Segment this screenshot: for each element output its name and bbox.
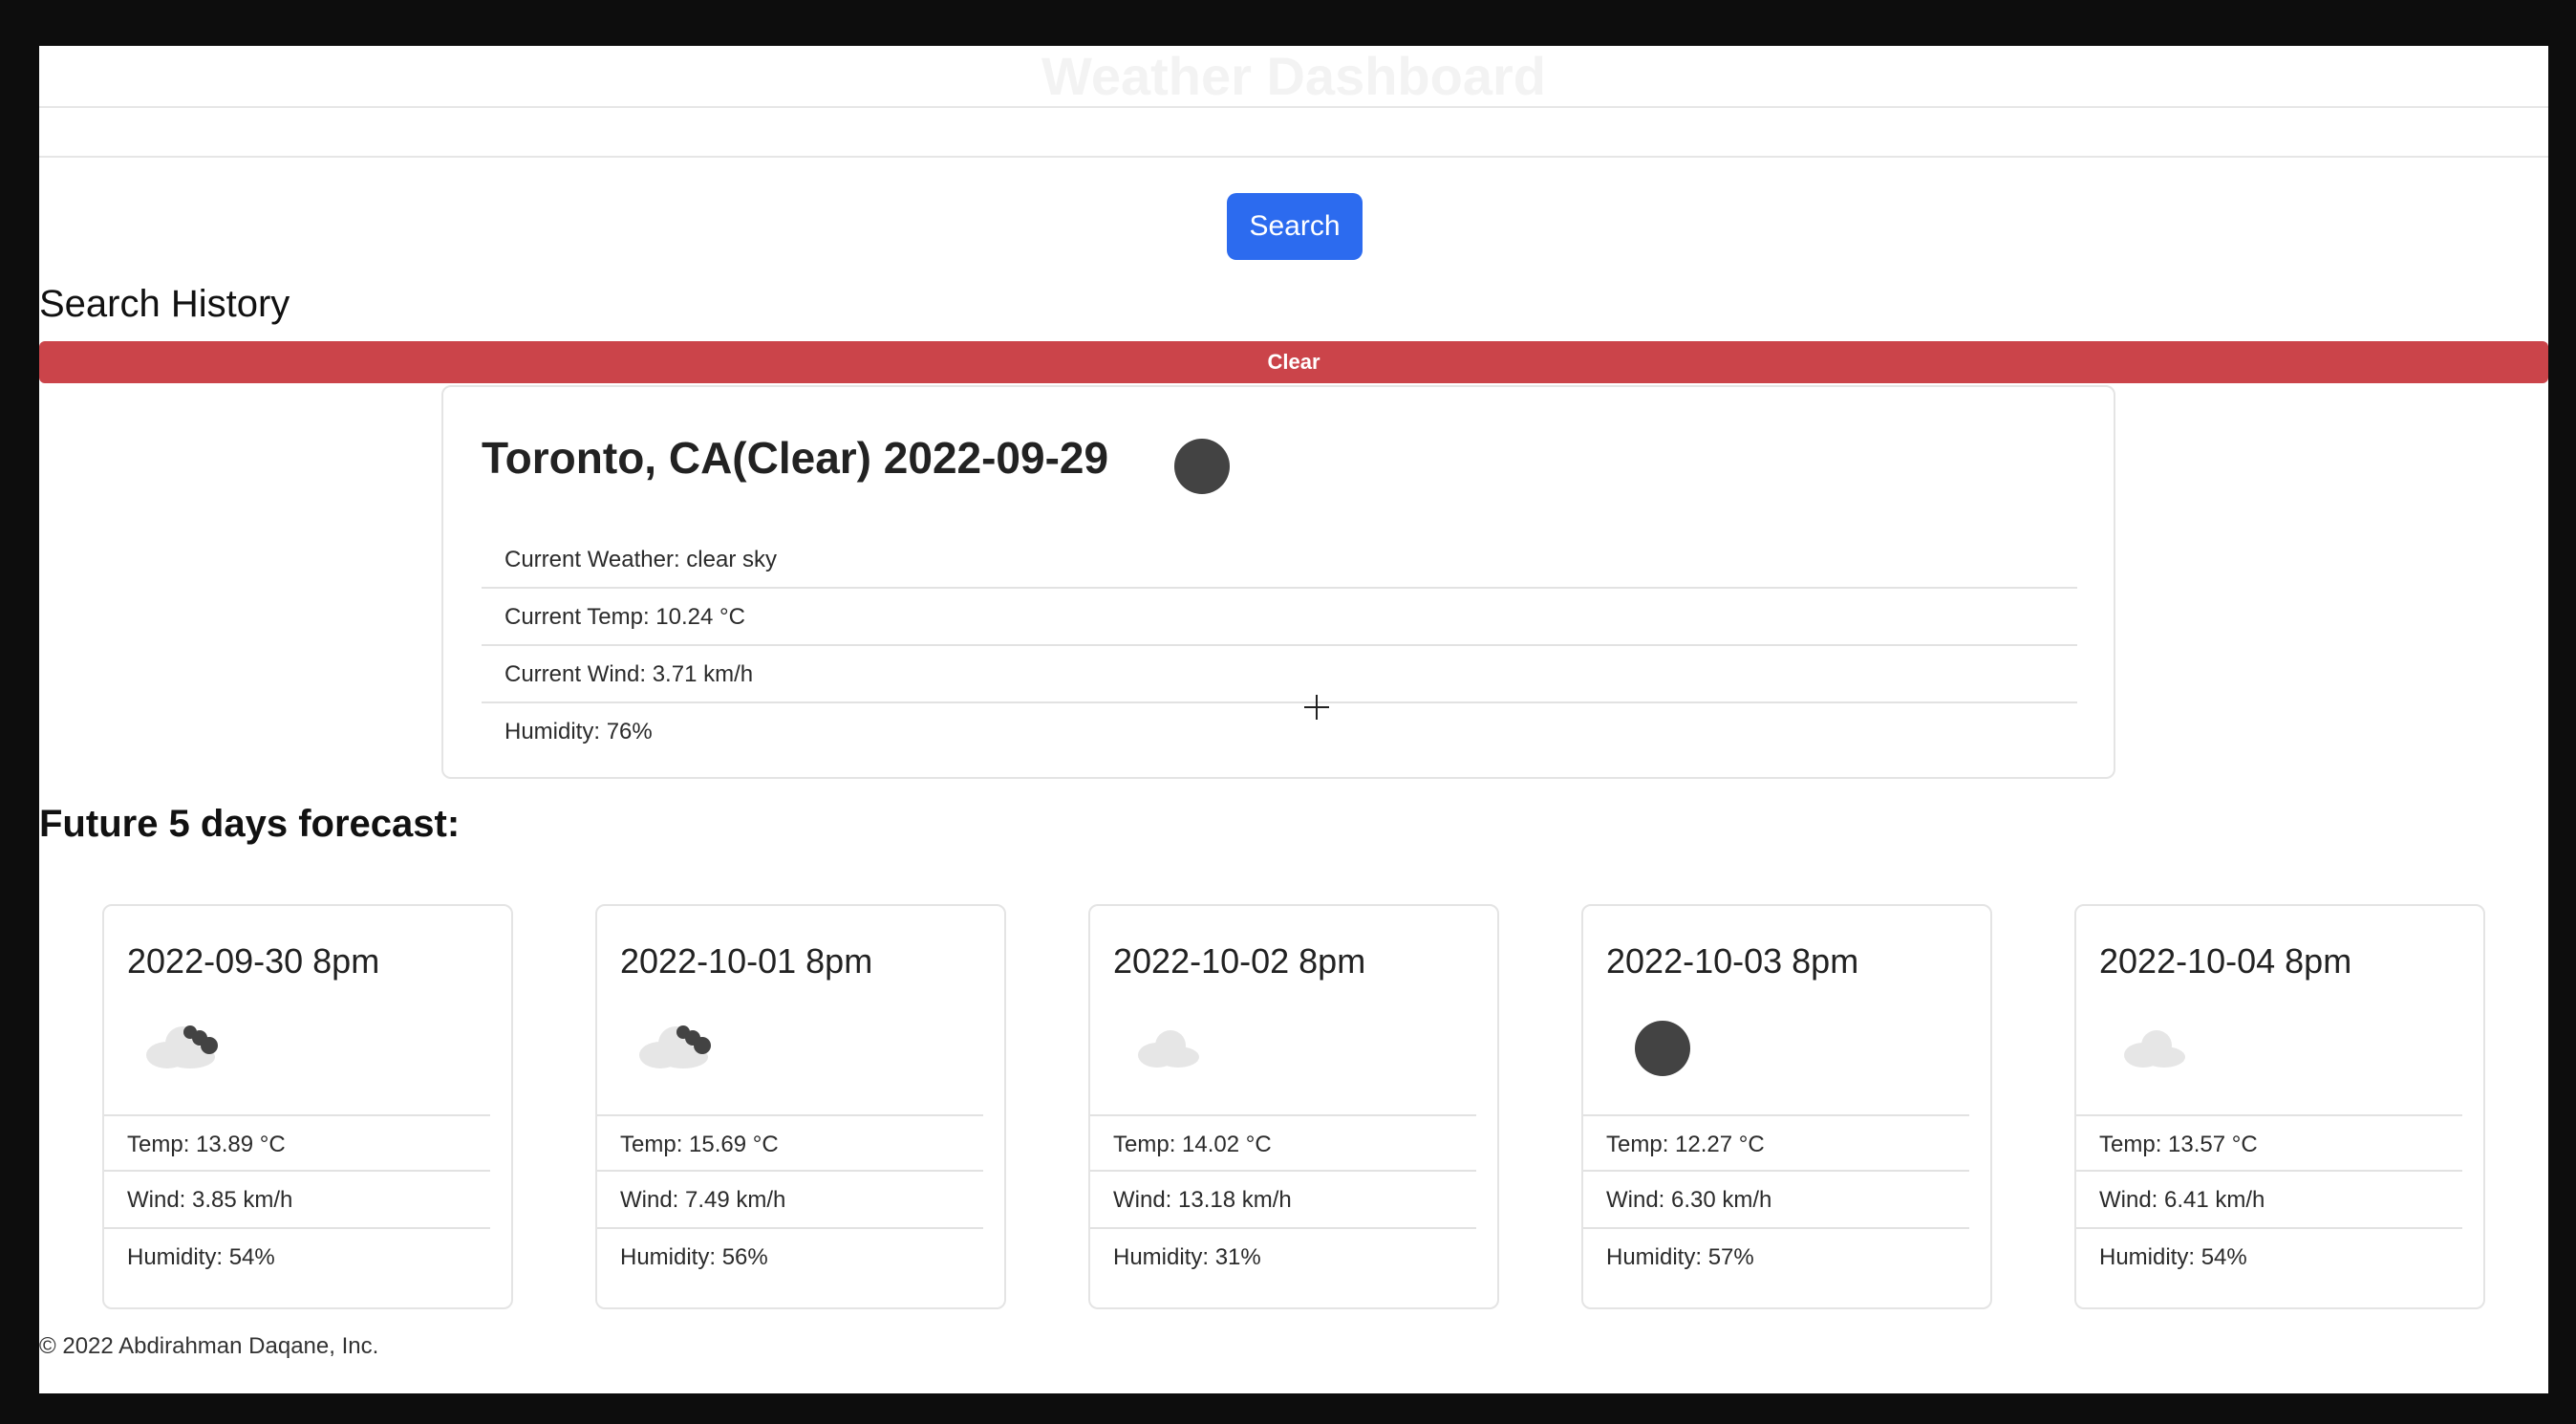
current-wind-row: Current Wind: 3.71 km/h [482, 646, 2077, 703]
forecast-card-day-2: 2022-10-01 8pm Temp: 15.69 °C Wind: 7.49… [595, 904, 1006, 1309]
forecast-temp: Temp: 12.27 °C [1583, 1114, 1969, 1172]
forecast-wind: Wind: 3.85 km/h [104, 1172, 490, 1229]
forecast-wind: Wind: 7.49 km/h [597, 1172, 983, 1229]
forecast-date: 2022-10-01 8pm [620, 941, 873, 981]
forecast-humidity: Humidity: 54% [127, 1244, 275, 1270]
cloud-rain-icon [146, 1025, 218, 1068]
cloud-icon [2124, 1030, 2185, 1068]
forecast-temp: Temp: 15.69 °C [597, 1114, 983, 1172]
forecast-wind: Wind: 13.18 km/h [1090, 1172, 1476, 1229]
app-window: Weather Dashboard Search Search History … [39, 46, 2548, 1393]
search-button[interactable]: Search [1227, 193, 1363, 260]
forecast-humidity: Humidity: 54% [2099, 1244, 2247, 1270]
footer-copyright: © 2022 Abdirahman Daqane, Inc. [39, 1333, 379, 1359]
forecast-wind: Wind: 6.30 km/h [1583, 1172, 1969, 1229]
current-weather-row: Current Weather: clear sky [482, 531, 2077, 589]
forecast-humidity: Humidity: 56% [620, 1244, 768, 1270]
forecast-temp: Temp: 13.57 °C [2076, 1114, 2462, 1172]
forecast-card-day-1: 2022-09-30 8pm Temp: 13.89 °C Wind: 3.85… [102, 904, 513, 1309]
current-temp-row: Current Temp: 10.24 °C [482, 589, 2077, 646]
page-title: Weather Dashboard [1041, 46, 1546, 106]
forecast-date: 2022-09-30 8pm [127, 941, 380, 981]
forecast-humidity: Humidity: 57% [1606, 1244, 1754, 1270]
forecast-card-day-4: 2022-10-03 8pm Temp: 12.27 °C Wind: 6.30… [1581, 904, 1992, 1309]
current-city-title: Toronto, CA(Clear) 2022-09-29 [482, 433, 1109, 483]
forecast-heading: Future 5 days forecast: [39, 803, 461, 845]
forecast-humidity: Humidity: 31% [1113, 1244, 1261, 1270]
forecast-date: 2022-10-02 8pm [1113, 941, 1366, 981]
clear-history-button[interactable]: Clear [39, 341, 2548, 383]
current-humidity-row: Humidity: 76% [504, 719, 653, 744]
forecast-date: 2022-10-03 8pm [1606, 941, 1859, 981]
clear-sky-icon [1174, 439, 1230, 494]
current-weather-card: Toronto, CA(Clear) 2022-09-29 Current We… [441, 385, 2115, 779]
crosshair-cursor-icon [1304, 695, 1329, 720]
forecast-date: 2022-10-04 8pm [2099, 941, 2352, 981]
cloud-rain-icon [639, 1025, 711, 1068]
forecast-temp: Temp: 13.89 °C [104, 1114, 490, 1172]
forecast-wind: Wind: 6.41 km/h [2076, 1172, 2462, 1229]
forecast-temp: Temp: 14.02 °C [1090, 1114, 1476, 1172]
cloud-icon [1138, 1030, 1199, 1068]
forecast-card-day-5: 2022-10-04 8pm Temp: 13.57 °C Wind: 6.41… [2074, 904, 2485, 1309]
clear-sky-icon [1635, 1021, 1690, 1076]
search-input[interactable] [39, 106, 2548, 158]
forecast-card-day-3: 2022-10-02 8pm Temp: 14.02 °C Wind: 13.1… [1088, 904, 1499, 1309]
search-history-heading: Search History [39, 283, 290, 325]
